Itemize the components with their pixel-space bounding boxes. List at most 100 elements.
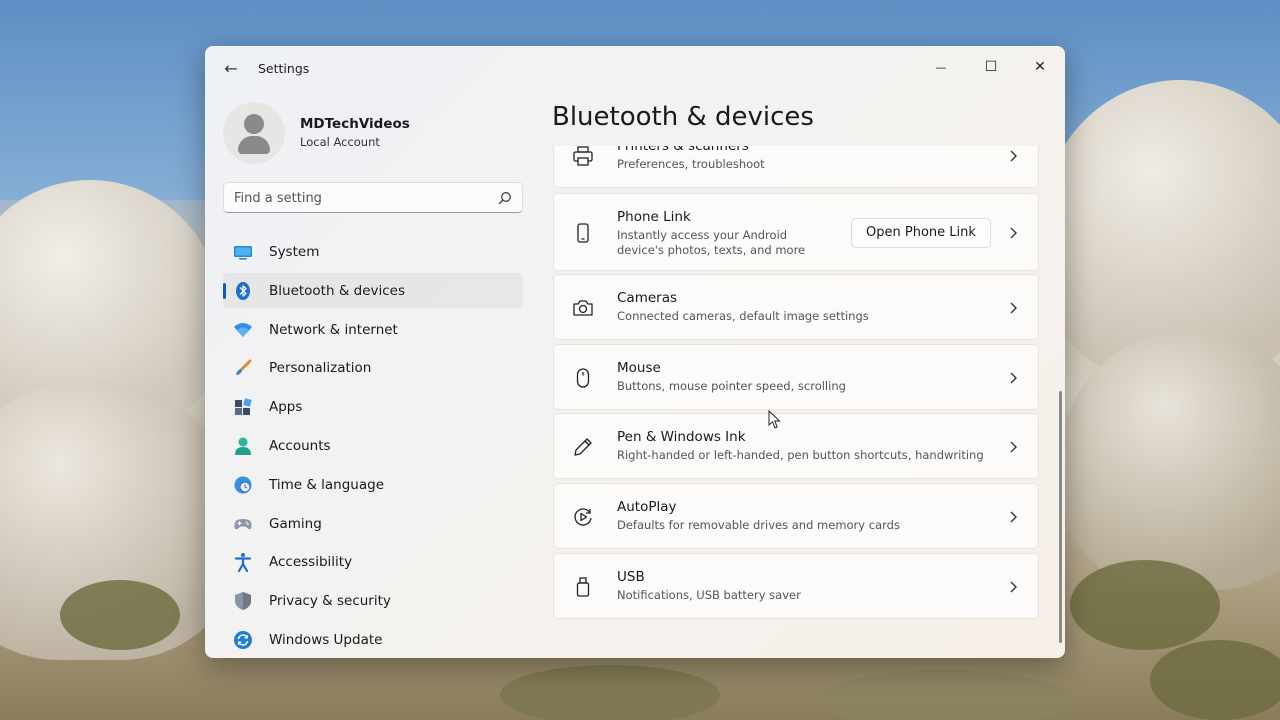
card-subtitle-line2: device's photos, texts, and more — [617, 243, 806, 257]
accessibility-icon — [234, 553, 252, 573]
chevron-right-icon — [1010, 441, 1017, 453]
content-scrollbar[interactable] — [1059, 391, 1062, 643]
phone-icon — [577, 223, 589, 243]
card-subtitle: Buttons, mouse pointer speed, scrolling — [617, 379, 846, 393]
wifi-icon — [234, 322, 252, 337]
card-mouse[interactable]: Mouse Buttons, mouse pointer speed, scro… — [553, 344, 1039, 410]
card-title: Cameras — [617, 290, 678, 306]
wallpaper-shrub — [1150, 640, 1280, 720]
close-button[interactable]: ✕ — [1017, 52, 1063, 82]
chevron-right-icon — [1010, 511, 1017, 523]
sidebar-item-label: Network & internet — [269, 321, 398, 338]
sidebar-item-time-language[interactable]: Time & language — [223, 467, 523, 502]
avatar-body — [238, 136, 270, 154]
sidebar-item-label: Bluetooth & devices — [269, 282, 406, 299]
mouse-cursor-icon — [768, 410, 781, 429]
card-subtitle: Defaults for removable drives and memory… — [617, 518, 900, 532]
sidebar-item-label: Privacy & security — [269, 593, 391, 610]
usb-icon — [576, 577, 590, 597]
close-icon: ✕ — [1034, 59, 1046, 75]
card-printers-scanners[interactable]: Printers & scanners Preferences, trouble… — [553, 146, 1039, 188]
bluetooth-icon — [236, 281, 250, 300]
card-pen-windows-ink[interactable]: Pen & Windows Ink Right-handed or left-h… — [553, 413, 1039, 479]
chevron-right-icon — [1010, 302, 1017, 314]
card-title: AutoPlay — [617, 499, 677, 515]
sidebar-item-bluetooth-devices[interactable]: Bluetooth & devices — [223, 272, 523, 308]
card-title: Mouse — [617, 360, 661, 376]
sidebar-item-network-internet[interactable]: Network & internet — [223, 312, 523, 347]
globe-clock-icon — [234, 476, 252, 494]
sidebar-item-accounts[interactable]: Accounts — [223, 428, 523, 463]
card-usb[interactable]: USB Notifications, USB battery saver — [553, 553, 1039, 619]
maximize-icon: ☐ — [984, 59, 998, 75]
card-phone-link[interactable]: Phone Link Instantly access your Android… — [553, 193, 1039, 271]
card-subtitle: Right-handed or left-handed, pen button … — [617, 448, 984, 462]
sidebar-item-label: Accessibility — [269, 554, 353, 571]
sidebar-item-accessibility[interactable]: Accessibility — [223, 544, 523, 579]
maximize-button[interactable]: ☐ — [968, 52, 1014, 82]
search-icon[interactable] — [497, 190, 513, 206]
back-arrow-icon: ← — [224, 59, 238, 78]
brush-icon — [236, 359, 252, 376]
card-cameras[interactable]: Cameras Connected cameras, default image… — [553, 274, 1039, 340]
page-title: Bluetooth & devices — [552, 102, 814, 132]
camera-icon — [573, 300, 593, 316]
minimize-button[interactable]: — — [918, 52, 964, 82]
wallpaper-shrub — [1070, 560, 1220, 650]
search-box[interactable] — [223, 182, 523, 213]
card-subtitle: Preferences, troubleshoot — [617, 157, 765, 171]
open-phone-link-button[interactable]: Open Phone Link — [851, 218, 991, 248]
back-button[interactable]: ← — [219, 58, 243, 80]
sidebar-item-label: Personalization — [269, 360, 372, 377]
sidebar-item-system[interactable]: System — [223, 234, 523, 269]
card-title: Phone Link — [617, 209, 691, 225]
card-subtitle: Connected cameras, default image setting… — [617, 309, 869, 323]
sidebar-item-label: Time & language — [269, 476, 385, 493]
title-bar[interactable]: ← Settings — ☐ ✕ — [205, 46, 1065, 92]
chevron-right-icon — [1010, 227, 1017, 239]
system-icon — [234, 246, 252, 260]
shield-icon — [235, 592, 251, 611]
avatar-head — [244, 114, 264, 134]
chevron-right-icon — [1010, 581, 1017, 593]
sidebar-item-label: Windows Update — [269, 631, 383, 648]
settings-content-list[interactable]: Printers & scanners Preferences, trouble… — [553, 146, 1045, 658]
search-input[interactable] — [234, 189, 484, 207]
wallpaper-rock — [1060, 330, 1280, 590]
settings-window: ← Settings — ☐ ✕ MDTechVideos Local Acco… — [205, 46, 1065, 658]
app-title: Settings — [258, 61, 310, 76]
sidebar-item-privacy-security[interactable]: Privacy & security — [223, 583, 523, 618]
update-icon — [234, 630, 252, 649]
mouse-icon — [576, 368, 590, 388]
pen-icon — [574, 438, 592, 456]
wallpaper-shrub — [500, 665, 720, 720]
wallpaper-shrub — [60, 580, 180, 650]
card-title: USB — [617, 569, 645, 585]
wallpaper-shrub — [820, 670, 1070, 720]
minimize-icon: — — [935, 61, 947, 74]
sidebar-item-gaming[interactable]: Gaming — [223, 506, 523, 541]
avatar[interactable] — [223, 102, 285, 164]
profile-name: MDTechVideos — [300, 116, 410, 132]
sidebar-item-personalization[interactable]: Personalization — [223, 350, 523, 385]
sidebar-item-apps[interactable]: Apps — [223, 389, 523, 424]
sidebar-item-label: System — [269, 244, 320, 260]
card-subtitle: Notifications, USB battery saver — [617, 588, 801, 602]
user-profile[interactable]: MDTechVideos Local Account — [223, 102, 523, 164]
card-title: Printers & scanners — [617, 146, 749, 154]
chevron-right-icon — [1010, 150, 1017, 162]
card-autoplay[interactable]: AutoPlay Defaults for removable drives a… — [553, 483, 1039, 549]
apps-icon — [235, 398, 252, 416]
sidebar-item-label: Gaming — [269, 515, 322, 532]
sidebar-item-label: Apps — [269, 399, 303, 416]
printer-icon — [573, 146, 593, 166]
card-subtitle: Instantly access your Android — [617, 228, 788, 242]
accounts-icon — [235, 437, 251, 455]
gamepad-icon — [234, 518, 252, 529]
autoplay-icon — [574, 508, 592, 526]
sidebar-item-windows-update[interactable]: Windows Update — [223, 622, 523, 657]
card-title: Pen & Windows Ink — [617, 429, 746, 445]
chevron-right-icon — [1010, 372, 1017, 384]
sidebar-nav: System Bluetooth & devices Network & int… — [223, 234, 523, 658]
sidebar-item-label: Accounts — [269, 437, 331, 454]
